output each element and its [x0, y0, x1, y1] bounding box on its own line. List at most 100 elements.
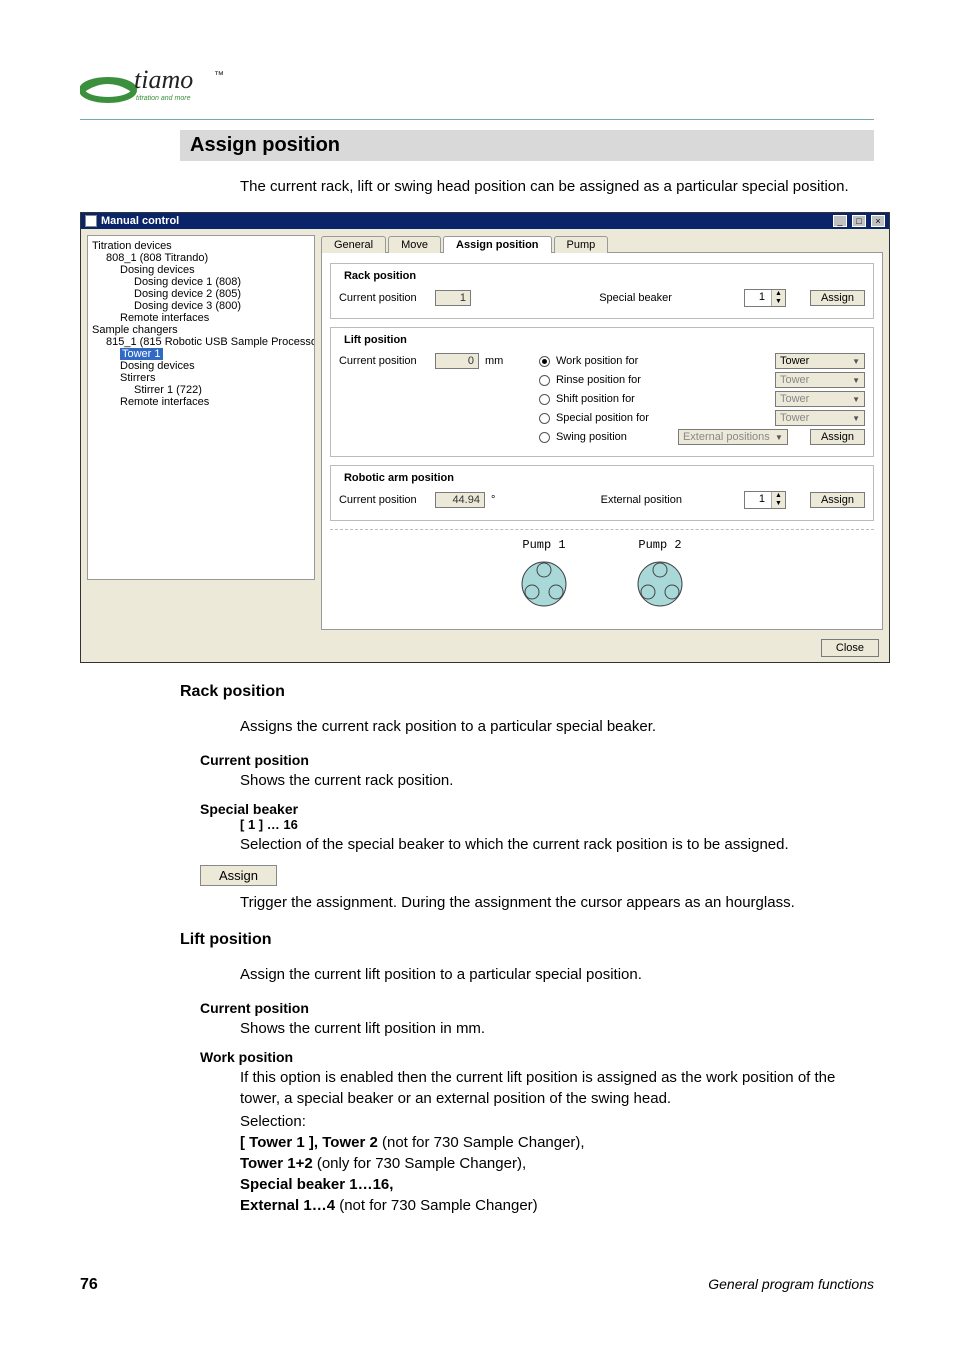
chevron-down-icon: ▼ [852, 376, 860, 385]
footer-text: General program functions [708, 1276, 874, 1292]
rinse-position-dropdown[interactable]: Tower▼ [775, 372, 865, 388]
swing-position-dropdown[interactable]: External positions▼ [678, 429, 788, 445]
spin-up-icon[interactable]: ▲ [772, 290, 785, 298]
tab-general[interactable]: General [321, 236, 386, 253]
tree-node[interactable]: Dosing device 3 (800) [134, 300, 310, 312]
app-icon [85, 215, 97, 227]
lift-position-heading: Lift position [180, 931, 874, 949]
tree-node[interactable]: 815_1 (815 Robotic USB Sample Processor … [106, 336, 310, 348]
special-beaker-range: [ 1 ] … 16 [240, 817, 874, 832]
selection-line1: [ Tower 1 ], Tower 2 (not for 730 Sample… [240, 1132, 854, 1153]
rack-curpos-desc: Shows the current rack position. [240, 770, 854, 791]
lift-curpos-param: Current position [200, 1000, 874, 1016]
rack-position-group: Rack position Current position 1 Special… [330, 263, 874, 319]
pump2-label: Pump 2 [632, 538, 688, 552]
tree-node[interactable]: 808_1 (808 Titrando) [106, 252, 310, 264]
page-number: 76 [80, 1276, 98, 1294]
rack-legend: Rack position [341, 270, 419, 282]
lift-assign-button[interactable]: Assign [810, 429, 865, 445]
selection-label: Selection: [240, 1111, 854, 1132]
rack-position-intro: Assigns the current rack position to a p… [240, 716, 854, 737]
spin-up-icon[interactable]: ▲ [772, 492, 785, 500]
tab-bar: General Move Assign position Pump [321, 235, 883, 253]
section-heading: Assign position [180, 130, 874, 161]
window-maximize-button[interactable]: □ [852, 215, 866, 227]
rack-position-heading: Rack position [180, 683, 874, 701]
assign-button-illustration: Assign [200, 865, 277, 886]
lift-legend: Lift position [341, 334, 410, 346]
work-position-desc: If this option is enabled then the curre… [240, 1067, 854, 1109]
arm-legend: Robotic arm position [341, 472, 457, 484]
robotic-arm-group: Robotic arm position Current position 44… [330, 465, 874, 521]
rack-current-position-label: Current position [339, 292, 429, 304]
swing-position-label: Swing position [556, 431, 666, 443]
rinse-position-label: Rinse position for [556, 374, 666, 386]
svg-text:™: ™ [214, 70, 224, 81]
external-position-label: External position [601, 494, 682, 506]
shift-position-dropdown[interactable]: Tower▼ [775, 391, 865, 407]
window-close-button[interactable]: × [871, 215, 885, 227]
tree-node[interactable]: Remote interfaces [120, 396, 310, 408]
work-position-dropdown[interactable]: Tower▼ [775, 353, 865, 369]
chevron-down-icon: ▼ [852, 414, 860, 423]
external-position-value: 1 [745, 492, 771, 508]
lift-curpos-desc: Shows the current lift position in mm. [240, 1018, 854, 1039]
external-position-spinner[interactable]: 1 ▲▼ [744, 491, 786, 509]
tree-node[interactable]: Sample changers [92, 324, 310, 336]
assign-desc: Trigger the assignment. During the assig… [240, 892, 854, 913]
tree-node[interactable]: Remote interfaces [120, 312, 310, 324]
header-rule [80, 119, 874, 120]
tree-node[interactable]: Dosing device 1 (808) [134, 276, 310, 288]
chevron-down-icon: ▼ [852, 395, 860, 404]
window-titlebar: Manual control _ □ × [81, 213, 889, 229]
work-position-label: Work position for [556, 355, 666, 367]
window-minimize-button[interactable]: _ [833, 215, 847, 227]
selection-line3: Special beaker 1…16, [240, 1174, 854, 1195]
chevron-down-icon: ▼ [775, 433, 783, 442]
work-position-radio[interactable] [539, 356, 550, 367]
rack-current-position-value: 1 [435, 290, 471, 306]
device-tree[interactable]: Titration devices 808_1 (808 Titrando) D… [87, 235, 315, 580]
arm-current-position-value: 44.94 [435, 492, 485, 508]
pump1-label: Pump 1 [516, 538, 572, 552]
special-position-dropdown[interactable]: Tower▼ [775, 410, 865, 426]
special-beaker-desc: Selection of the special beaker to which… [240, 834, 854, 855]
tab-move[interactable]: Move [388, 236, 441, 253]
tree-node-selected[interactable]: Tower 1 [120, 348, 310, 360]
close-button[interactable]: Close [821, 639, 879, 657]
tree-node[interactable]: Stirrer 1 (722) [134, 384, 310, 396]
spin-down-icon[interactable]: ▼ [772, 500, 785, 508]
window-title: Manual control [101, 215, 179, 227]
selection-line4: External 1…4 (not for 730 Sample Changer… [240, 1195, 854, 1216]
pump-diagram: Pump 1 Pump 2 [330, 529, 874, 621]
special-beaker-label: Special beaker [599, 292, 672, 304]
lift-current-position-value: 0 [435, 353, 479, 369]
logo-brand-text: tiamo [134, 65, 193, 94]
tree-node[interactable]: Dosing devices [120, 360, 310, 372]
arm-unit: ° [491, 494, 495, 506]
lift-position-group: Lift position Current position 0 mm [330, 327, 874, 457]
shift-position-radio[interactable] [539, 394, 550, 405]
rack-assign-button[interactable]: Assign [810, 290, 865, 306]
arm-assign-button[interactable]: Assign [810, 492, 865, 508]
tree-node[interactable]: Dosing devices [120, 264, 310, 276]
rinse-position-radio[interactable] [539, 375, 550, 386]
manual-control-window: Manual control _ □ × Titration devices 8… [80, 212, 890, 663]
shift-position-label: Shift position for [556, 393, 666, 405]
tree-node[interactable]: Titration devices [92, 240, 310, 252]
special-beaker-value: 1 [745, 290, 771, 306]
tab-pump[interactable]: Pump [554, 236, 609, 253]
intro-paragraph: The current rack, lift or swing head pos… [240, 176, 854, 197]
special-beaker-spinner[interactable]: 1 ▲▼ [744, 289, 786, 307]
swing-position-radio[interactable] [539, 432, 550, 443]
svg-text:titration and more: titration and more [136, 95, 191, 102]
tree-node[interactable]: Stirrers [120, 372, 310, 384]
special-position-radio[interactable] [539, 413, 550, 424]
tab-assign-position[interactable]: Assign position [443, 236, 552, 253]
special-beaker-param: Special beaker [200, 801, 874, 817]
lift-unit: mm [485, 355, 503, 367]
tree-node[interactable]: Dosing device 2 (805) [134, 288, 310, 300]
lift-current-position-label: Current position [339, 355, 429, 367]
selection-line2: Tower 1+2 (only for 730 Sample Changer), [240, 1153, 854, 1174]
spin-down-icon[interactable]: ▼ [772, 298, 785, 306]
